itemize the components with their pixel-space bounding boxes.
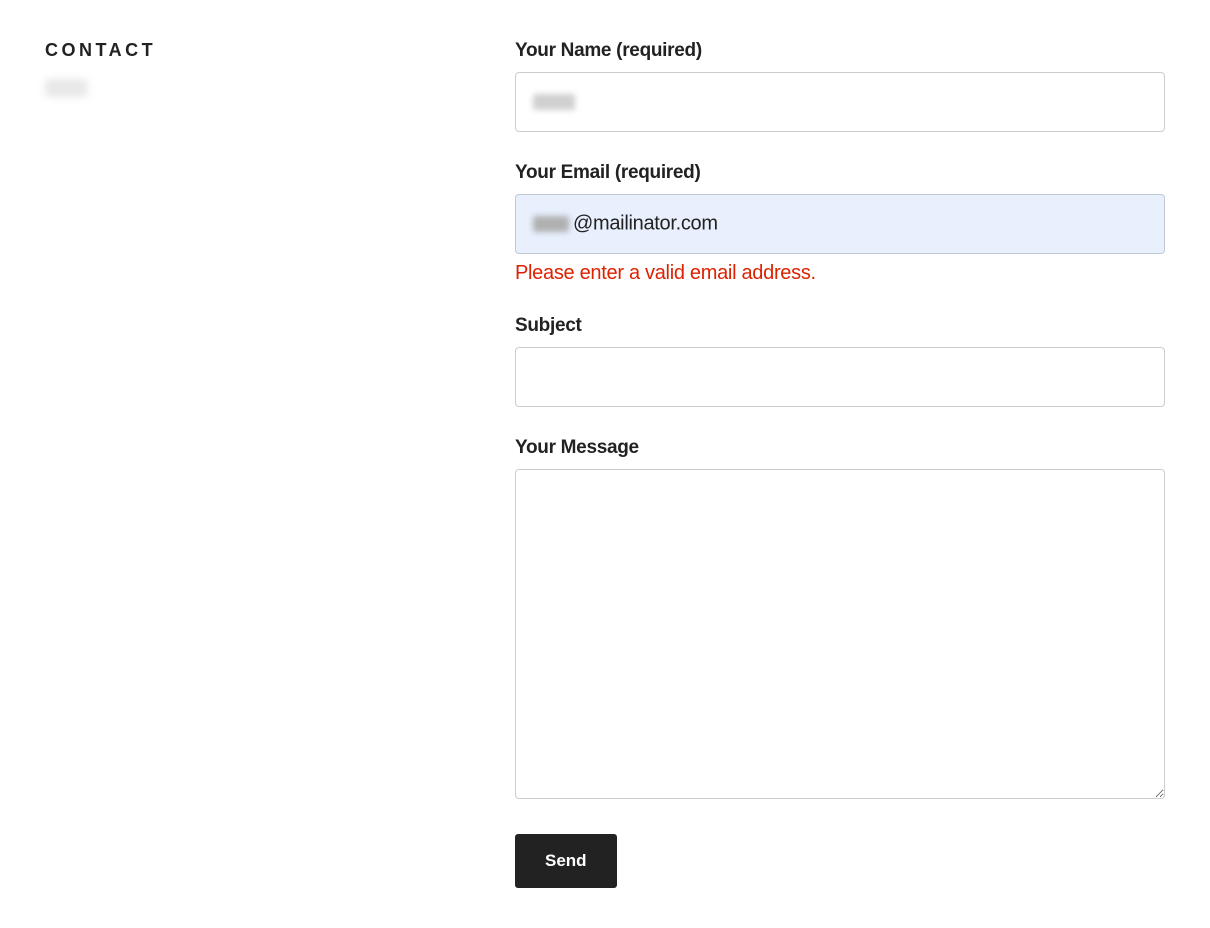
message-label: Your Message: [515, 437, 1165, 459]
contact-sidebar: CONTACT: [45, 40, 485, 888]
name-field-group: Your Name (required): [515, 40, 1165, 132]
contact-form-main: Your Name (required) Your Email (require…: [515, 40, 1165, 888]
contact-form: Your Name (required) Your Email (require…: [515, 40, 1165, 888]
email-error-message: Please enter a valid email address.: [515, 262, 1165, 285]
email-field-group: Your Email (required) @mailinator.com Pl…: [515, 162, 1165, 285]
message-field-group: Your Message: [515, 437, 1165, 804]
name-label: Your Name (required): [515, 40, 1165, 62]
subject-field-group: Subject: [515, 315, 1165, 407]
email-label: Your Email (required): [515, 162, 1165, 184]
email-input[interactable]: [515, 194, 1165, 254]
subject-input[interactable]: [515, 347, 1165, 407]
message-textarea[interactable]: [515, 469, 1165, 799]
name-input[interactable]: [515, 72, 1165, 132]
sidebar-heading: CONTACT: [45, 40, 485, 61]
sidebar-blurred-text: [45, 79, 87, 97]
send-button[interactable]: Send: [515, 834, 617, 888]
subject-label: Subject: [515, 315, 1165, 337]
